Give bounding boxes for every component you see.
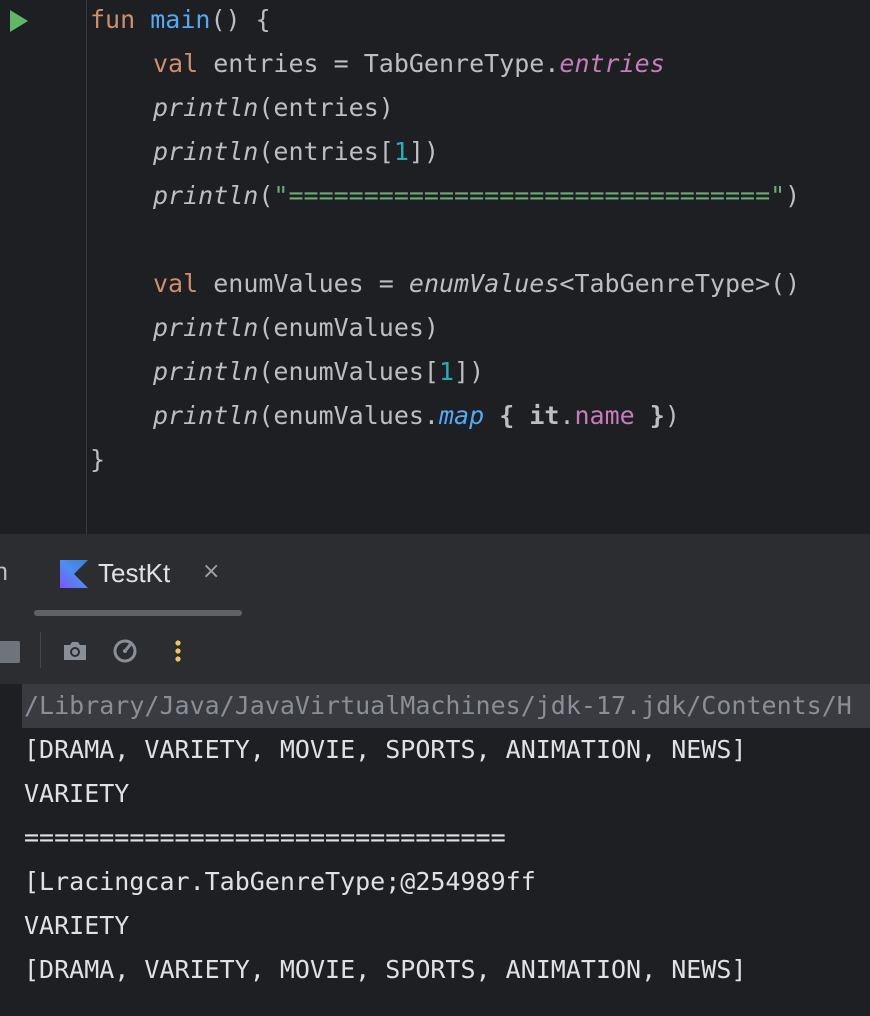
keyword-val: val [153,269,199,298]
code-line-8: println(enumValues) [153,308,439,348]
paren-close: ) [785,181,801,210]
enumvalues-generic: <TabGenreType>() [559,269,801,298]
separator-string: "================================" [273,181,786,210]
it-keyword: it [529,401,560,430]
println-call: println [153,137,259,166]
code-line-10: println(enumValues.map { it.name }) [153,396,680,436]
run-tab-bar: n TestKt × [0,534,870,617]
console-line: VARIETY [24,779,130,808]
console-line: VARIETY [24,911,130,940]
toolbar-separator [40,632,41,668]
run-tool-window: n TestKt × /Library/Java/JavaVirtualMach… [0,534,870,1016]
closing-brace: } [90,445,106,474]
code-line-9: println(enumValues[1]) [153,352,484,392]
dot: . [559,401,575,430]
stop-icon[interactable] [0,641,20,663]
console-line: [Lracingcar.TabGenreType;@254989ff [24,867,536,896]
println-arg: (entries[ [258,137,394,166]
code-editor[interactable]: fun main() { val entries = TabGenreType.… [0,0,870,534]
code-line-1: fun main() { [90,0,271,40]
map-function: map [438,401,485,430]
entries-property: entries [559,49,665,78]
println-arg-close: ]) [408,137,439,166]
code-line-2: val entries = TabGenreType.entries [153,44,665,84]
lambda-brace-close: } [649,401,665,430]
code-line-3: println(entries) [153,88,394,128]
code-line-11: } [90,440,105,480]
paren-close: ) [664,401,680,430]
console-command-line: /Library/Java/JavaVirtualMachines/jdk-17… [22,684,870,728]
println-call: println [153,357,259,386]
println-arg-close: ]) [454,357,485,386]
index-literal: 1 [393,137,409,166]
more-vertical-icon[interactable] [163,636,193,666]
keyword-val: val [153,49,199,78]
tab-previous-clipped[interactable]: n [0,558,8,587]
enumvalues-declaration: enumValues = [213,269,409,298]
camera-icon[interactable] [60,636,90,666]
code-line-7: val enumValues = enumValues<TabGenreType… [153,264,800,304]
paren-open: ( [258,181,274,210]
println-arg: (entries) [258,93,394,122]
console-line: [DRAMA, VARIETY, MOVIE, SPORTS, ANIMATIO… [24,955,747,984]
lambda-brace-open: { [499,401,515,430]
console-line: [DRAMA, VARIETY, MOVIE, SPORTS, ANIMATIO… [24,735,747,764]
entries-declaration: entries = TabGenreType. [213,49,560,78]
profiler-icon[interactable] [110,636,140,666]
tab-label: TestKt [98,558,171,588]
enumvalues-function: enumValues [408,269,560,298]
println-arg: (enumValues. [258,401,439,430]
code-line-5: println("===============================… [153,176,800,216]
close-icon[interactable]: × [202,559,220,584]
keyword-fun: fun [90,5,136,34]
gutter-divider [86,0,87,534]
println-call: println [153,181,259,210]
run-toolbar [0,616,870,684]
console-line: ================================ [24,823,506,852]
name-property: name [574,401,635,430]
kotlin-file-icon [60,560,88,588]
println-call: println [153,93,259,122]
console-output[interactable]: /Library/Java/JavaVirtualMachines/jdk-17… [0,684,870,1016]
println-arg: (enumValues) [258,313,439,342]
code-line-4: println(entries[1]) [153,132,439,172]
index-literal: 1 [438,357,455,386]
run-gutter-icon[interactable] [10,10,28,32]
println-call: println [153,401,259,430]
println-arg: (enumValues[ [258,357,439,386]
println-call: println [153,313,259,342]
main-params: () { [210,5,271,34]
function-name-main: main [150,5,211,34]
